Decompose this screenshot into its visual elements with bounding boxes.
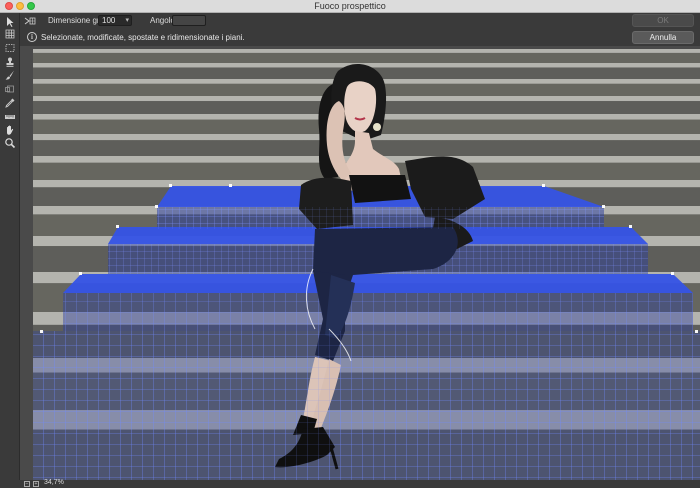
marquee-icon[interactable] (4, 42, 16, 54)
transform-icon[interactable] (4, 83, 16, 95)
ruler-icon[interactable] (4, 111, 16, 123)
info-bar: i Selezionate, modificate, spostate e ri… (0, 29, 700, 46)
cancel-button[interactable]: Annulla (632, 31, 694, 44)
photo-preview[interactable] (33, 49, 700, 480)
overlay-grid (33, 331, 700, 480)
step-riser (33, 52, 700, 63)
tools-panel (0, 13, 20, 488)
grid-size-field[interactable]: 100 ▾ (98, 15, 132, 26)
grid-options-icon[interactable] (24, 16, 36, 26)
title-bar: Fuoco prospettico (0, 0, 700, 13)
preview-canvas[interactable] (20, 46, 700, 480)
magnifier-icon[interactable] (4, 137, 16, 149)
hand-icon[interactable] (4, 124, 16, 136)
stamp-icon[interactable] (4, 56, 16, 68)
scene-svg (33, 49, 700, 480)
chevron-down-icon: ▾ (125, 17, 129, 24)
window-title: Fuoco prospettico (314, 1, 386, 11)
angle-field[interactable] (172, 15, 206, 26)
status-bar: − + 34,7% (0, 479, 700, 488)
zoom-in-button[interactable]: + (33, 481, 39, 487)
zoom-level: 34,7% (44, 479, 64, 486)
ok-button[interactable]: OK (632, 14, 694, 27)
plane-tread-3 (63, 274, 693, 293)
arrow-pointer-icon[interactable] (4, 16, 16, 28)
eyedropper-icon[interactable] (4, 97, 16, 109)
grid-size-value: 100 (102, 16, 116, 25)
zoom-out-button[interactable]: − (24, 481, 30, 487)
grid-plane-icon[interactable] (4, 28, 16, 40)
tool-options-bar: Dimensione griglia: 100 ▾ Angolo: OK (0, 13, 700, 29)
brush-icon[interactable] (4, 69, 16, 81)
info-message: Selezionate, modificate, spostate e ridi… (41, 33, 245, 42)
overlay-grid-2 (157, 207, 604, 229)
info-icon: i (27, 32, 37, 42)
step-tread (33, 49, 700, 53)
plane-riser-3-grid (63, 293, 693, 331)
